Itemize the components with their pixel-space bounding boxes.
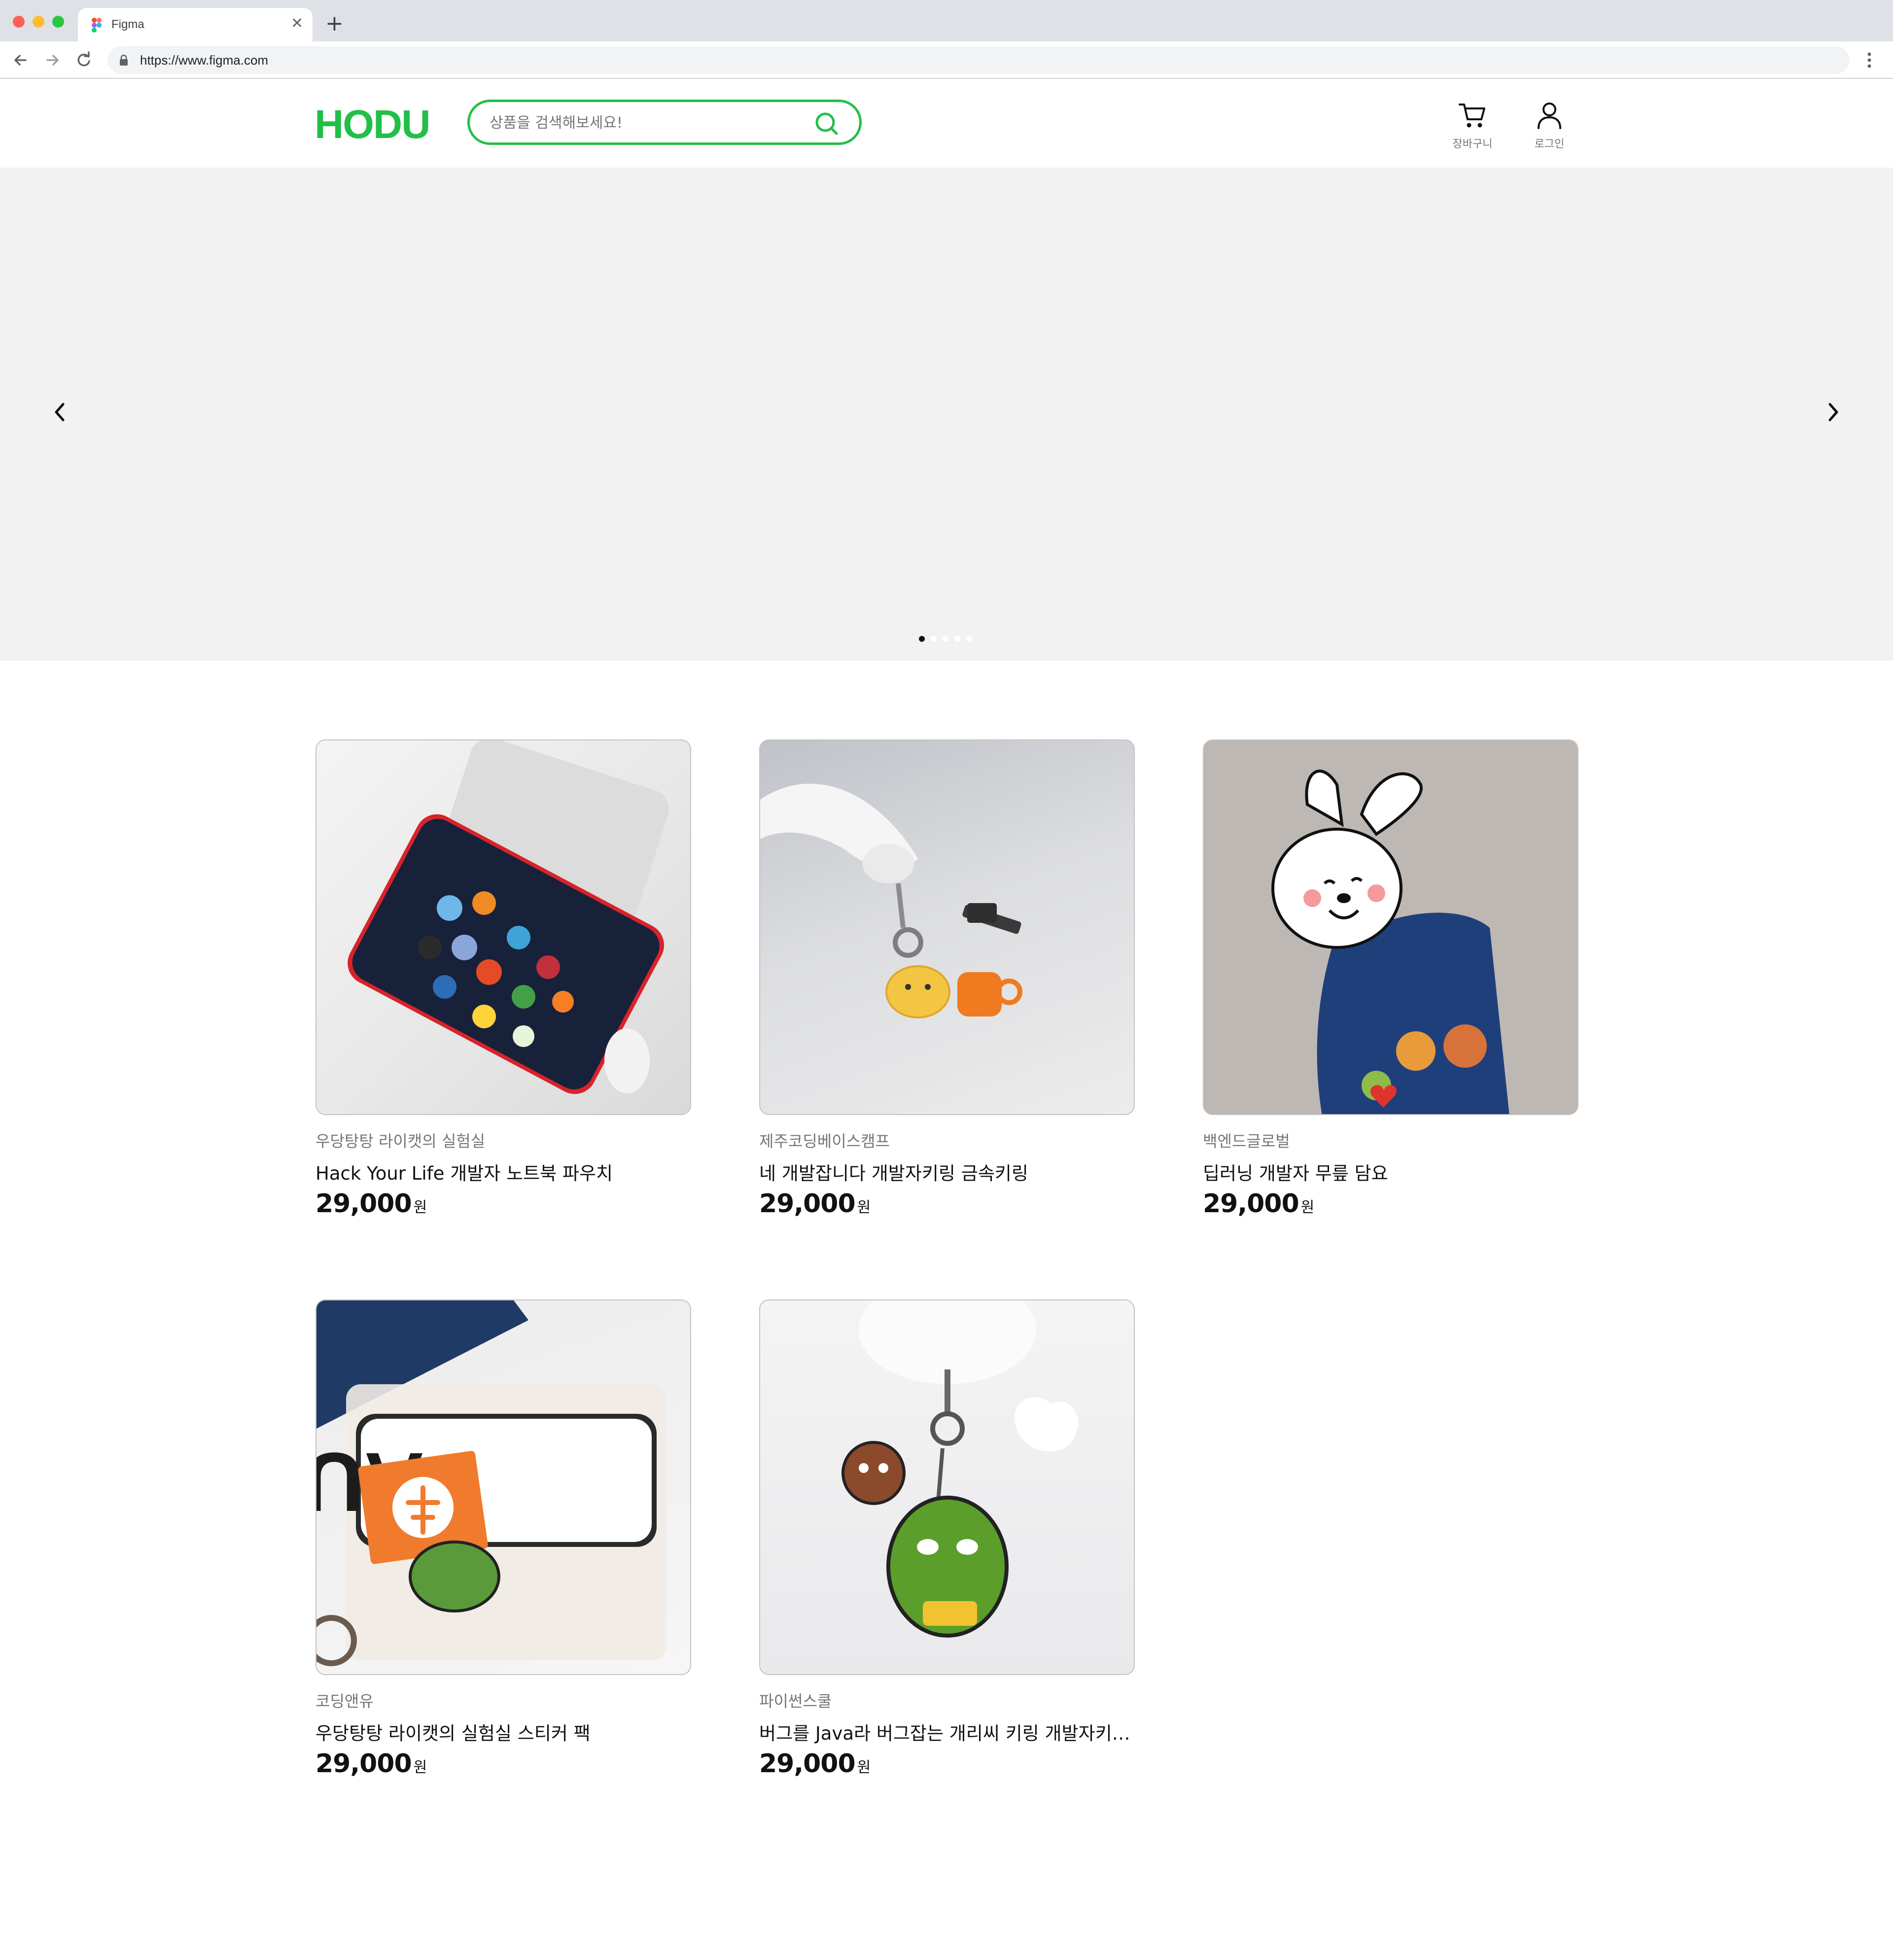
product-seller: 우당탕탕 라이캣의 실험실 (316, 1132, 486, 1151)
search-bar (467, 100, 862, 145)
product-name[interactable]: 버그를 Java라 버그잡는 개리씨 키링 개발자키링... (759, 1718, 1135, 1745)
more-menu-icon[interactable] (1866, 50, 1872, 70)
product-name[interactable]: 딥러닝 개발자 무릎 담요 (1203, 1158, 1578, 1185)
banner-carousel (0, 168, 1893, 661)
product-seller: 파이썬스쿨 (759, 1692, 832, 1711)
keyring-illustration (760, 783, 1022, 1018)
product-price: 29,000 원 (759, 1189, 871, 1219)
product-image[interactable] (316, 739, 691, 1115)
product-price: 29,000 원 (316, 1749, 427, 1779)
product-price: 29,000 원 (759, 1749, 871, 1779)
cart-label: 장바구니 (1452, 138, 1493, 150)
svg-text:HODU: HODU (315, 105, 429, 144)
search-input[interactable] (489, 112, 794, 134)
address-bar: https://www.figma.com (0, 41, 1893, 79)
price-unit: 원 (1300, 1199, 1315, 1216)
sticker-pack-illustration: PAUL (316, 1300, 666, 1666)
browser-tab-bar: Figma ✕ + (0, 0, 1893, 41)
cart-button[interactable]: 장바구니 (1445, 101, 1500, 155)
price-unit: 원 (857, 1199, 871, 1216)
site-header: HODU 장바구니 로그인 (0, 79, 1893, 168)
window-maximize-button[interactable] (52, 16, 64, 28)
product-image[interactable]: PAUL (316, 1299, 691, 1675)
laptop-pouch-illustration (348, 740, 669, 1094)
rabbit-blanket-illustration (1271, 770, 1509, 1114)
product-seller: 백엔드글로벌 (1203, 1132, 1290, 1151)
url-field[interactable]: https://www.figma.com (107, 46, 1850, 74)
login-button[interactable]: 로그인 (1522, 101, 1577, 155)
frog-keyring-illustration (841, 1300, 1079, 1638)
url-text: https://www.figma.com (140, 53, 269, 68)
tab-title: Figma (111, 18, 144, 31)
reload-icon[interactable] (73, 49, 95, 71)
price-value: 29,000 (759, 1189, 856, 1219)
search-icon[interactable] (813, 110, 841, 138)
carousel-dot[interactable] (954, 636, 960, 642)
price-unit: 원 (413, 1759, 427, 1776)
product-image[interactable] (759, 739, 1135, 1115)
product-image[interactable] (1203, 739, 1578, 1115)
product-image[interactable] (759, 1299, 1135, 1675)
browser-tab[interactable]: Figma ✕ (78, 8, 313, 41)
price-value: 29,000 (759, 1749, 856, 1779)
product-name[interactable]: Hack Your Life 개발자 노트북 파우치 (316, 1158, 691, 1185)
close-icon[interactable]: ✕ (291, 15, 303, 33)
window-close-button[interactable] (13, 16, 25, 28)
chevron-right-icon[interactable] (1821, 397, 1845, 427)
carousel-dot[interactable] (919, 636, 925, 642)
price-unit: 원 (857, 1759, 871, 1776)
window-minimize-button[interactable] (33, 16, 44, 28)
forward-arrow-icon[interactable] (41, 49, 63, 71)
price-value: 29,000 (316, 1189, 412, 1219)
carousel-dot[interactable] (966, 636, 972, 642)
product-seller: 코딩앤유 (316, 1692, 374, 1711)
price-unit: 원 (413, 1199, 427, 1216)
back-arrow-icon[interactable] (10, 49, 32, 71)
user-icon (1538, 103, 1561, 129)
cart-icon (1459, 104, 1485, 128)
login-label: 로그인 (1534, 138, 1565, 150)
lock-icon (120, 54, 128, 66)
product-name[interactable]: 네 개발잡니다 개발자키링 금속키링 (759, 1158, 1135, 1185)
plus-icon[interactable]: + (325, 9, 344, 38)
hodu-logo[interactable]: HODU (315, 105, 439, 144)
product-price: 29,000 원 (1203, 1189, 1314, 1219)
carousel-dot[interactable] (943, 636, 948, 642)
product-price: 29,000 원 (316, 1189, 427, 1219)
chevron-left-icon[interactable] (48, 397, 72, 427)
figma-icon (92, 18, 102, 33)
product-seller: 제주코딩베이스캠프 (759, 1132, 890, 1151)
price-value: 29,000 (316, 1749, 412, 1779)
price-value: 29,000 (1203, 1189, 1299, 1219)
carousel-dot[interactable] (931, 636, 937, 642)
product-name[interactable]: 우당탕탕 라이캣의 실험실 스티커 팩 (316, 1718, 691, 1745)
